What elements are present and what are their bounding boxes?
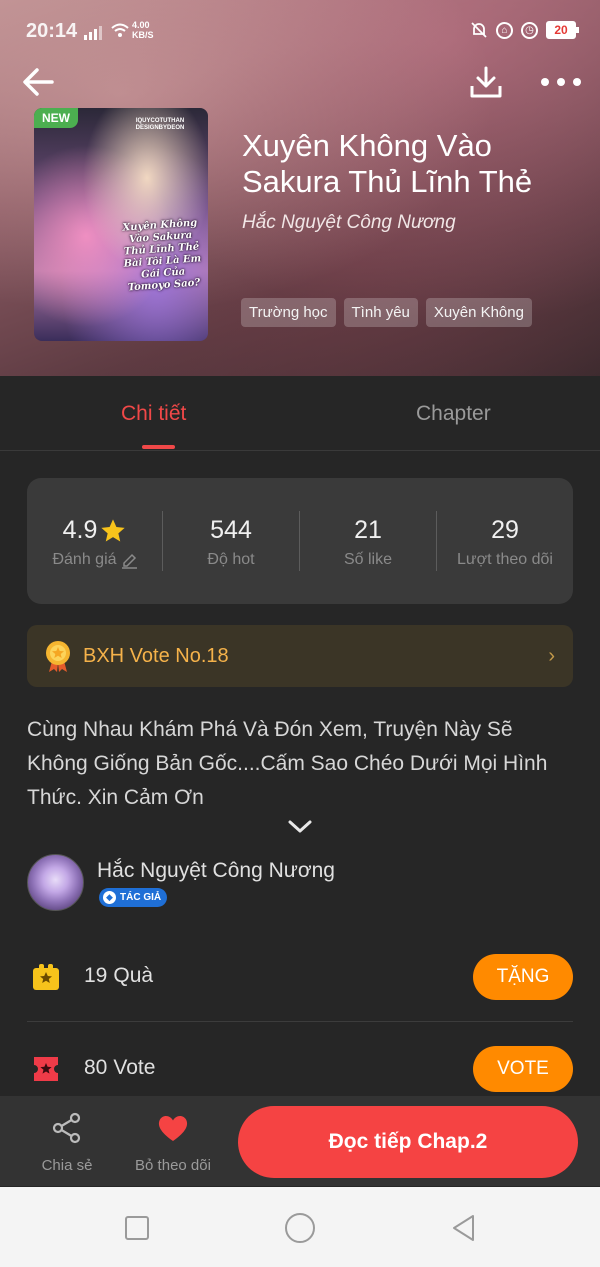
row-divider [27,1021,573,1022]
stat-likes: 21 Số like [300,478,436,604]
gift-row: 19 Quà TẶNG [27,946,573,1006]
chevron-right-icon: › [548,645,555,667]
stat-label: Số like [343,551,393,568]
gift-count: 19 Quà [84,964,153,988]
vote-button[interactable]: VOTE [473,1046,573,1092]
author-badge: ◆ TÁC GIẢ [99,888,168,907]
expand-button[interactable] [286,816,314,836]
share-icon [52,1112,81,1144]
cover-credit: IQUYCOTUTHAN DESIGNBYDEON [135,118,185,131]
gift-count-value: 19 [84,964,108,987]
edit-icon [121,553,137,569]
lock-rotate-icon: ⌂ [496,21,513,39]
arrow-left-icon [23,68,54,96]
medal-icon [46,641,70,672]
vote-count-unit: Vote [113,1056,156,1079]
book-author[interactable]: Hắc Nguyệt Công Nương [242,212,456,234]
tag-chip[interactable]: Trường học [241,298,336,327]
tag-chip[interactable]: Tình yêu [343,298,418,327]
cover-title: Xuyên Không Vào Sakura Thủ Lĩnh Thẻ Bài … [122,217,202,294]
tab-details[interactable]: Chi tiết [121,402,186,426]
new-badge: NEW [34,108,78,128]
stat-label: Đánh giá [27,551,163,569]
description-text: Cùng Nhau Khám Phá Và Đón Xem, Truyện Nà… [27,718,548,809]
ranking-text: BXH Vote No.18 [83,645,229,667]
net-speed-value: 4.00 [132,20,150,30]
vote-count-value: 80 [84,1056,108,1079]
rating-label: Đánh giá [52,551,117,568]
status-bar: 20:14 4.00 KB/S ⌂ ◷ 20 [0,0,600,64]
home-icon[interactable] [285,1213,315,1243]
gift-count-unit: Quà [113,964,154,987]
stat-value: 21 [354,516,382,544]
stat-followers: 29 Lượt theo dõi [437,478,573,604]
back-nav-icon[interactable] [449,1213,479,1243]
vote-ranking-banner[interactable]: BXH Vote No.18 › [27,625,573,687]
ticket-icon [34,1057,58,1081]
tab-indicator [142,445,175,449]
chevron-down-icon [288,820,312,833]
status-icons: ⌂ ◷ 20 [470,21,579,39]
download-button[interactable] [466,62,506,102]
share-label: Chia sẻ [41,1157,93,1174]
tab-chapter[interactable]: Chapter [416,402,491,426]
hero-header: 20:14 4.00 KB/S ⌂ ◷ 20 NEW IQUYCOTUTHAN D… [0,0,600,376]
signal-icon [84,24,102,40]
net-speed: 4.00 KB/S [132,20,154,40]
rating-value: 4.9 [62,516,98,544]
stat-value: 4.9 [27,516,163,545]
more-button[interactable] [538,70,584,94]
tag-list: Trường học Tình yêu Xuyên Không [241,298,532,327]
stat-label: Độ hot [207,551,255,568]
unfollow-label: Bỏ theo dõi [135,1157,211,1174]
more-dot [541,78,549,86]
gift-icon [33,964,59,990]
stat-hot: 544 Độ hot [163,478,299,604]
bottom-action-bar: Chia sẻ Bỏ theo dõi Đọc tiếp Chap.2 [0,1096,600,1186]
back-button[interactable] [20,62,60,102]
tag-chip[interactable]: Xuyên Không [425,298,532,327]
stat-rating[interactable]: 4.9 Đánh giá [27,478,163,604]
stat-value: 29 [491,516,519,544]
author-name: Hắc Nguyệt Công Nương [97,859,335,882]
more-dot [557,78,565,86]
download-icon [470,66,502,98]
book-cover[interactable]: NEW IQUYCOTUTHAN DESIGNBYDEON Xuyên Khôn… [34,108,208,341]
heart-icon [158,1116,188,1141]
net-speed-unit: KB/S [132,30,154,40]
badge-label: TÁC GIẢ [120,892,162,903]
stats-card: 4.9 Đánh giá 544 Độ hot 21 Số like 29 Lư… [27,478,573,604]
battery-icon: 20 [546,21,579,39]
more-dot [573,78,581,86]
stat-value: 544 [210,516,252,544]
wifi-icon [110,22,130,43]
stat-label: Lượt theo dõi [457,551,553,568]
alarm-icon: ◷ [521,21,538,39]
author-block[interactable]: Hắc Nguyệt Công Nương ◆ TÁC GIẢ [27,854,573,914]
status-time: 20:14 [26,20,78,42]
recent-apps-icon[interactable] [125,1216,149,1240]
bell-off-icon [471,22,487,38]
avatar[interactable] [27,854,84,911]
system-nav-bar [0,1187,600,1267]
share-button[interactable]: Chia sẻ [22,1112,112,1174]
book-title: Xuyên Không Vào Sakura Thủ Lĩnh Thẻ [242,128,533,199]
vote-count: 80 Vote [84,1056,155,1080]
badge-icon: ◆ [103,891,116,904]
continue-reading-button[interactable]: Đọc tiếp Chap.2 [238,1106,578,1178]
star-icon [101,518,126,541]
gift-button[interactable]: TẶNG [473,954,573,1000]
vote-row: 80 Vote VOTE [27,1038,573,1098]
tab-bar: Chi tiết Chapter [0,376,600,451]
unfollow-button[interactable]: Bỏ theo dõi [128,1112,218,1174]
